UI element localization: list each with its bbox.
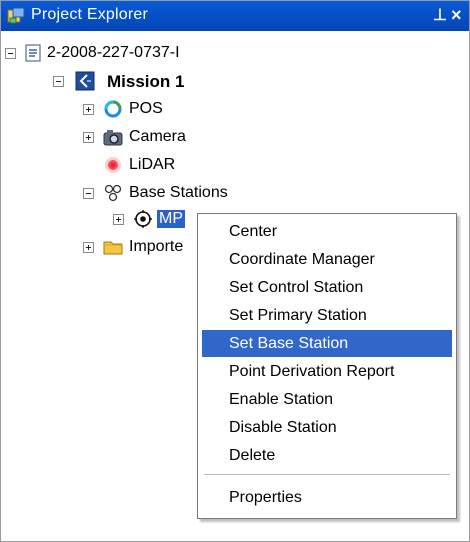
collapse-icon[interactable] [83, 188, 94, 199]
tree-node-label: Mission 1 [107, 72, 185, 91]
lidar-icon [105, 157, 121, 173]
project-explorer-panel: Project Explorer ⊥ × 2-2008-227-0737-I M… [0, 0, 470, 542]
tree-node-lidar[interactable]: LiDAR [1, 153, 301, 177]
collapse-icon[interactable] [53, 76, 64, 87]
menu-item-delete[interactable]: Delete [202, 442, 452, 469]
tree-node-label: Camera [129, 128, 186, 145]
camera-icon [103, 130, 123, 146]
tree-node-project[interactable]: 2-2008-227-0737-I [1, 41, 301, 65]
expand-icon[interactable] [83, 132, 94, 143]
tree-node-mission[interactable]: Mission 1 [1, 69, 301, 93]
base-stations-icon [104, 184, 122, 202]
menu-item-set-primary-station[interactable]: Set Primary Station [202, 302, 452, 329]
expand-icon[interactable] [113, 214, 124, 225]
menu-item-point-derivation-report[interactable]: Point Derivation Report [202, 358, 452, 385]
pos-icon [104, 100, 122, 118]
mission-icon [75, 71, 95, 91]
close-icon[interactable]: × [451, 4, 467, 26]
menu-separator [204, 474, 450, 475]
menu-item-set-base-station[interactable]: Set Base Station [202, 330, 452, 357]
tree-node-pos[interactable]: POS [1, 97, 301, 121]
menu-item-set-control-station[interactable]: Set Control Station [202, 274, 452, 301]
menu-item-disable-station[interactable]: Disable Station [202, 414, 452, 441]
menu-item-center[interactable]: Center [202, 218, 452, 245]
tree-node-label: LiDAR [129, 156, 176, 173]
folder-icon [103, 241, 123, 255]
menu-item-properties[interactable]: Properties [202, 484, 452, 511]
menu-item-coordinate-manager[interactable]: Coordinate Manager [202, 246, 452, 273]
project-file-icon [25, 44, 41, 62]
panel-titlebar: Project Explorer ⊥ × [1, 1, 469, 31]
expand-icon[interactable] [83, 104, 94, 115]
tree-node-label: 2-2008-227-0737-I [47, 44, 180, 61]
collapse-icon[interactable] [5, 48, 16, 59]
station-target-icon [134, 210, 152, 228]
tree-node-camera[interactable]: Camera [1, 125, 301, 149]
tree-node-imported[interactable]: Importe [1, 235, 201, 259]
tree-node-label: Base Stations [129, 184, 228, 201]
panel-title: Project Explorer [31, 6, 149, 23]
pin-icon[interactable]: ⊥ [433, 5, 447, 25]
context-menu: Center Coordinate Manager Set Control St… [197, 213, 457, 519]
tree-node-label: MP [157, 210, 185, 228]
expand-icon[interactable] [83, 242, 94, 253]
tree-node-label: Importe [129, 238, 184, 255]
tree-node-label: POS [129, 100, 163, 117]
menu-item-enable-station[interactable]: Enable Station [202, 386, 452, 413]
tree-node-base-stations[interactable]: Base Stations [1, 181, 301, 205]
project-explorer-icon [7, 7, 25, 24]
